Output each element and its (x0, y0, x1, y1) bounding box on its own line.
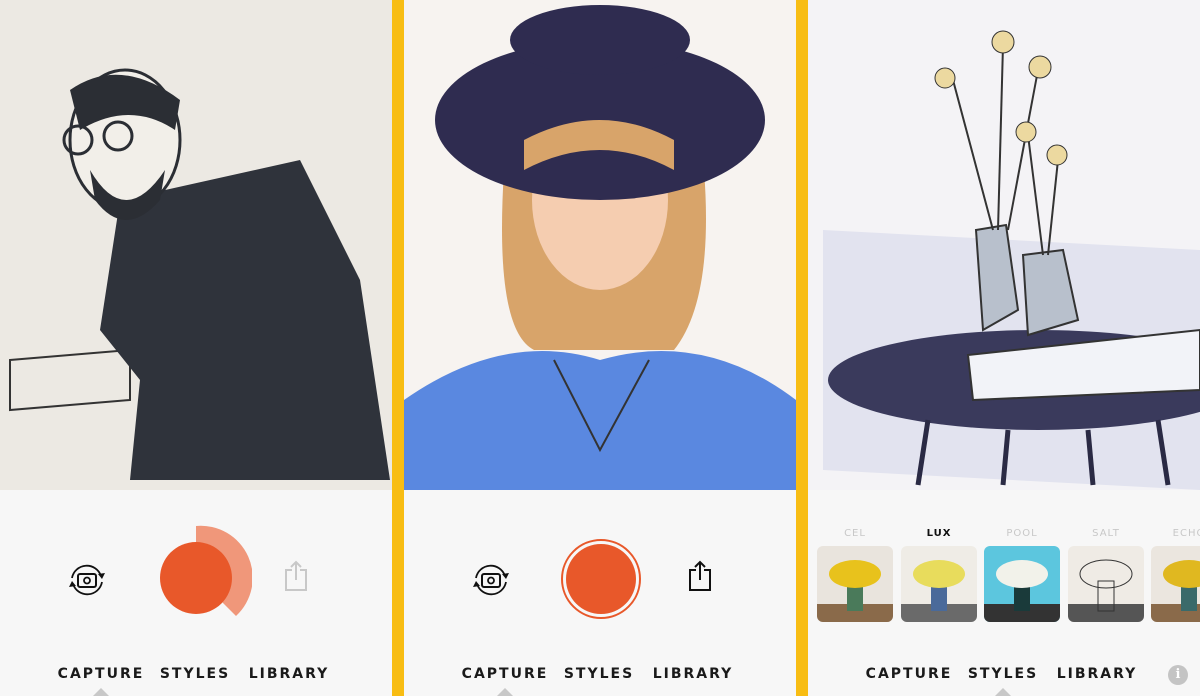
capture-button[interactable] (560, 538, 642, 624)
tab-library[interactable]: LIBRARY (1057, 666, 1138, 682)
photo-still-life (808, 0, 1200, 490)
style-lux[interactable]: LUX (901, 528, 977, 622)
panel-styles: CEL LUX POOL SALT ECHO CAPTURE STYLES LI… (808, 0, 1200, 696)
tab-styles[interactable]: STYLES (564, 666, 634, 682)
divider (392, 0, 404, 696)
tab-capture[interactable]: CAPTURE (462, 666, 549, 682)
tab-library[interactable]: LIBRARY (249, 666, 330, 682)
style-thumbnail[interactable] (1068, 546, 1144, 622)
tab-styles[interactable]: STYLES (968, 666, 1038, 682)
style-echo[interactable]: ECHO (1151, 528, 1200, 622)
bottom-nav: CAPTURE STYLES LIBRARY (808, 666, 1200, 686)
style-salt[interactable]: SALT (1068, 528, 1144, 622)
tab-capture[interactable]: CAPTURE (58, 666, 145, 682)
tab-styles[interactable]: STYLES (160, 666, 230, 682)
panel-capture-portrait: CAPTURE STYLES LIBRARY (404, 0, 796, 696)
tab-library[interactable]: LIBRARY (653, 666, 734, 682)
active-tab-indicator (497, 688, 513, 696)
info-button[interactable]: i (1168, 665, 1188, 685)
capture-button-progress[interactable] (158, 524, 253, 622)
style-label: POOL (1006, 528, 1038, 539)
active-tab-indicator (93, 688, 109, 696)
style-label: LUX (926, 528, 952, 539)
switch-camera-icon[interactable] (470, 562, 512, 602)
style-thumbnail[interactable] (1151, 546, 1200, 622)
share-icon-disabled[interactable] (284, 560, 308, 596)
style-thumbnail[interactable] (901, 546, 977, 622)
divider (796, 0, 808, 696)
style-label: SALT (1092, 528, 1120, 539)
share-icon[interactable] (688, 560, 712, 596)
bottom-nav: CAPTURE STYLES LIBRARY (0, 666, 392, 686)
style-label: ECHO (1172, 528, 1200, 539)
style-label: CEL (844, 528, 866, 539)
style-cel[interactable]: CEL (817, 528, 893, 622)
photo-portrait-woman (404, 0, 796, 490)
switch-camera-icon[interactable] (66, 562, 108, 602)
style-picker: CEL LUX POOL SALT ECHO (808, 528, 1200, 628)
style-thumbnail[interactable] (817, 546, 893, 622)
style-thumbnail[interactable] (984, 546, 1060, 622)
style-pool[interactable]: POOL (984, 528, 1060, 622)
tab-capture[interactable]: CAPTURE (866, 666, 953, 682)
photo-sketch-man (0, 0, 392, 490)
bottom-nav: CAPTURE STYLES LIBRARY (404, 666, 796, 686)
active-tab-indicator (995, 688, 1011, 696)
panel-capture-sketch: CAPTURE STYLES LIBRARY (0, 0, 392, 696)
